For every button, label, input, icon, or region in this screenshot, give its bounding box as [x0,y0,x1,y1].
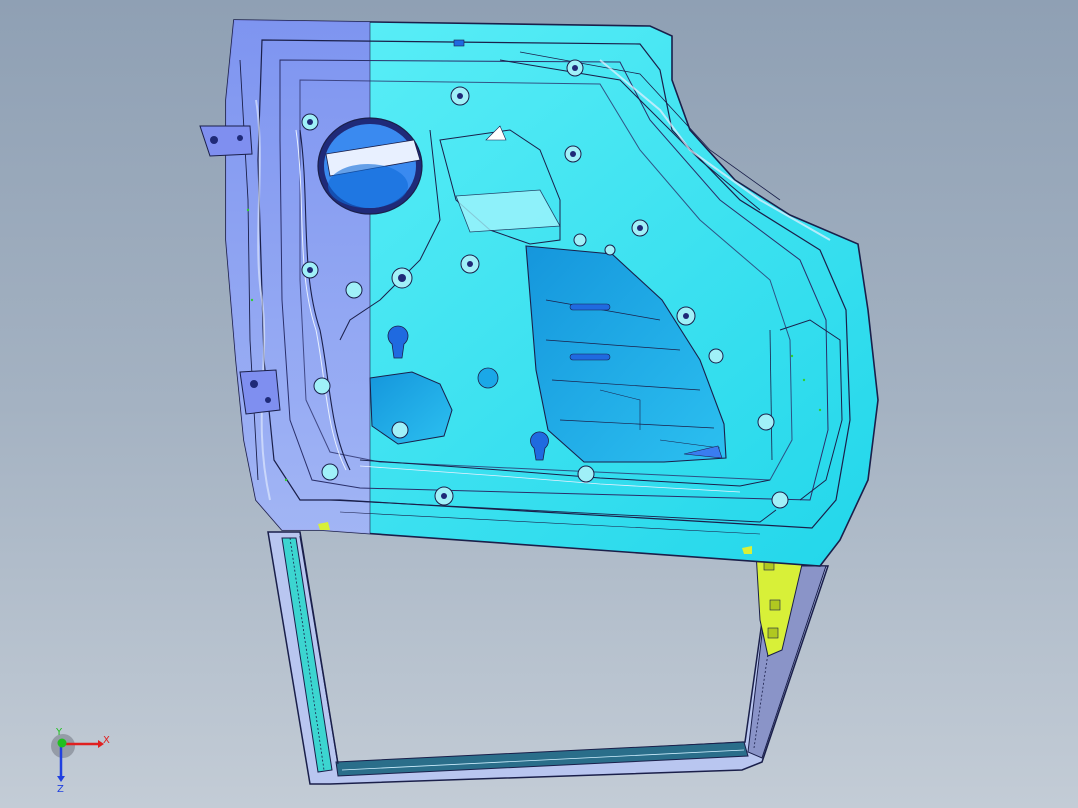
door-inner-panel-model[interactable] [0,0,1078,808]
window-frame [267,531,830,785]
speaker-opening [317,117,423,215]
z-axis-label: Z [57,784,64,794]
x-axis-label: X [103,735,110,746]
y-axis-marker [57,738,67,748]
z-axis-arrow [57,776,65,782]
cad-viewport[interactable]: X Y Z [0,0,1078,808]
door-panel [199,19,879,567]
y-axis-label: Y [55,727,63,738]
orientation-triad[interactable]: X Y Z [40,724,130,794]
